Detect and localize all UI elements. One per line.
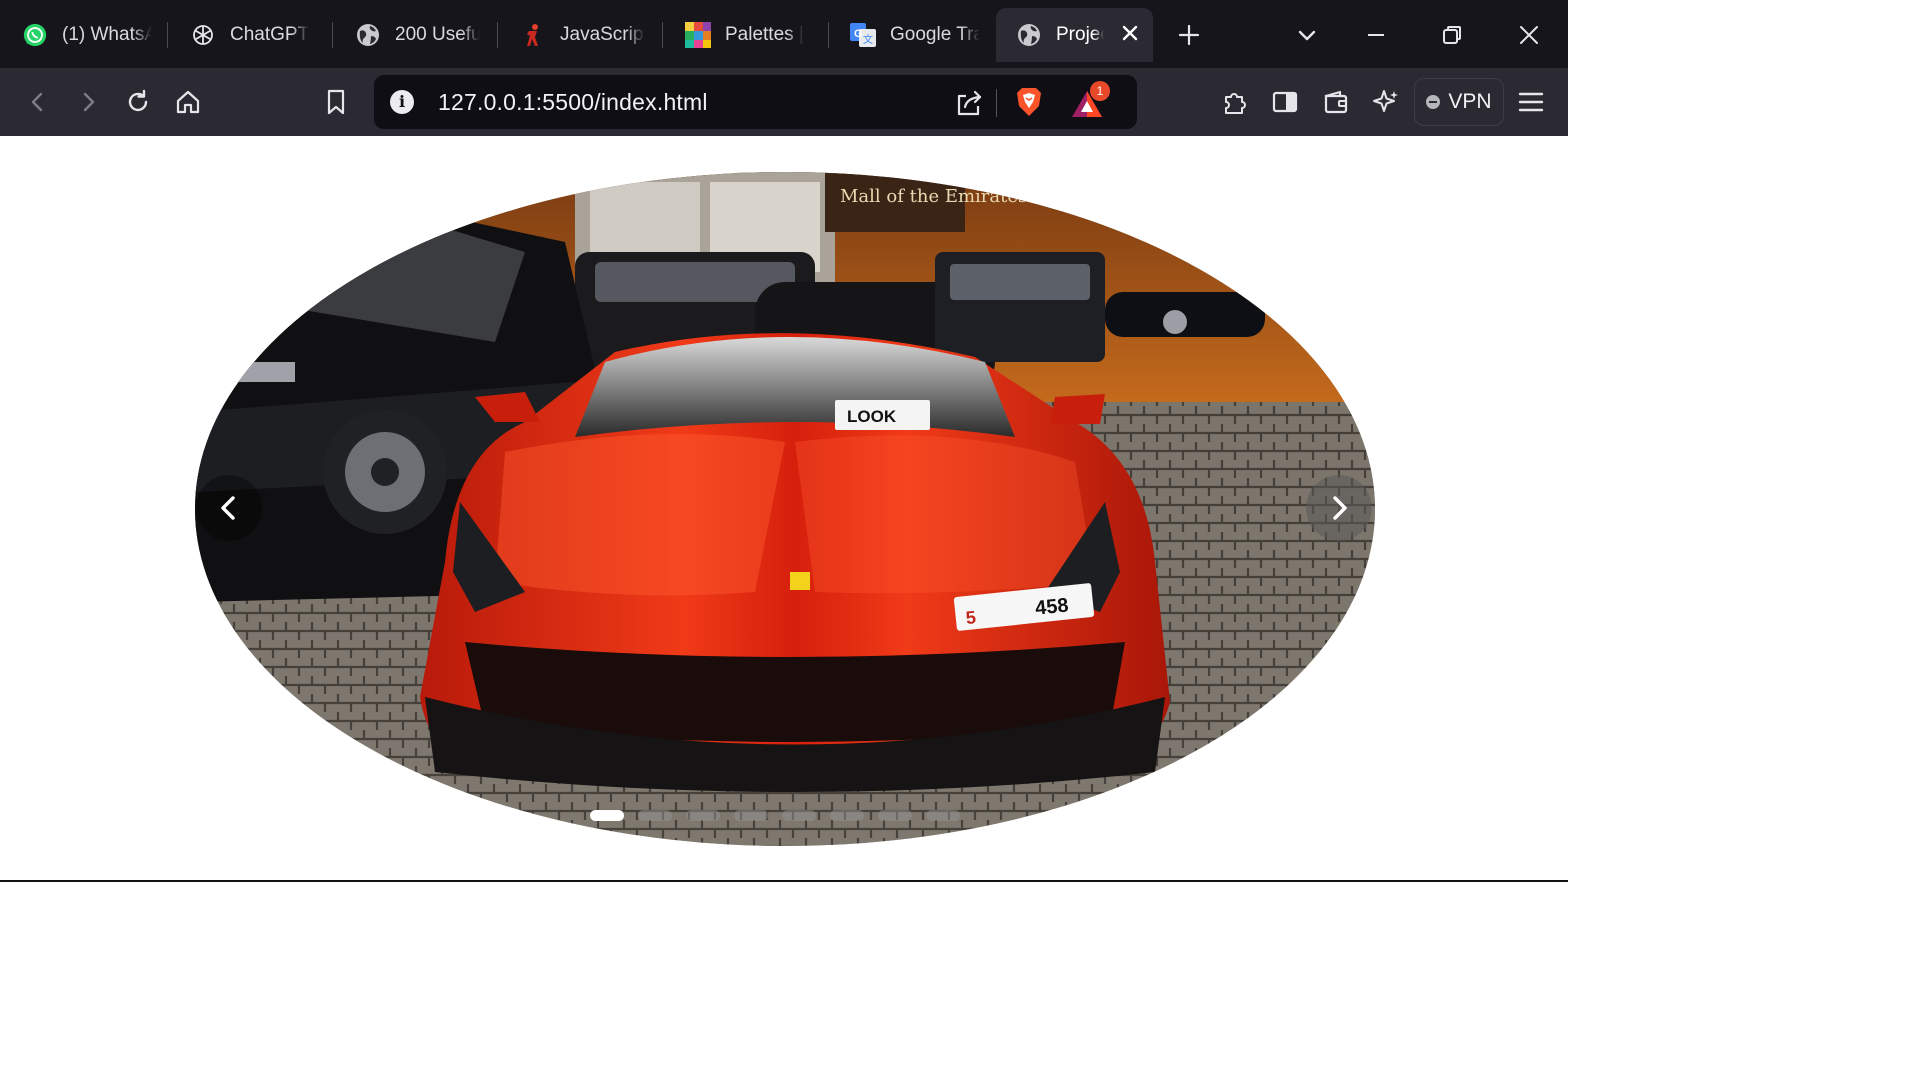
reload-icon bbox=[128, 89, 148, 112]
carousel-next-button[interactable] bbox=[1306, 475, 1372, 541]
vpn-button[interactable]: VPN bbox=[1414, 78, 1504, 126]
sparkle-icon bbox=[1373, 90, 1398, 112]
puzzle-icon bbox=[1225, 93, 1246, 114]
tab-separator bbox=[167, 22, 168, 48]
forward-button[interactable] bbox=[72, 86, 104, 118]
vpn-label: VPN bbox=[1448, 90, 1492, 113]
address-separator bbox=[996, 89, 997, 117]
carousel-dot[interactable] bbox=[830, 810, 864, 821]
plate-number: 458 bbox=[1034, 594, 1069, 619]
sidebar-icon bbox=[1272, 91, 1298, 113]
tab-separator bbox=[828, 22, 829, 48]
carousel-dot[interactable] bbox=[878, 810, 912, 821]
chevron-down-icon bbox=[1298, 30, 1316, 41]
close-window-button[interactable] bbox=[1514, 20, 1544, 50]
mall-sign-text: Mall of the Emirates bbox=[840, 186, 1027, 207]
carousel-dot[interactable] bbox=[686, 810, 720, 821]
chatgpt-icon bbox=[190, 22, 216, 48]
palette-grid-icon bbox=[685, 22, 711, 48]
tab-google-translate[interactable]: G文 Google Translate bbox=[850, 8, 980, 62]
tab-200-useful[interactable]: 200 Useful bbox=[355, 8, 480, 62]
tab-list-button[interactable] bbox=[1292, 20, 1322, 50]
svg-text:G: G bbox=[854, 28, 863, 40]
minimize-icon bbox=[1368, 34, 1384, 36]
page-content: Mall of the Emirates LOOK 5 458 bbox=[0, 136, 1568, 882]
extensions-button[interactable] bbox=[1218, 86, 1250, 118]
tab-separator bbox=[662, 22, 663, 48]
wallet-icon bbox=[1324, 90, 1348, 114]
globe-icon bbox=[1016, 22, 1042, 48]
restore-icon bbox=[1443, 26, 1461, 44]
chevron-left-icon bbox=[221, 496, 235, 520]
new-tab-button[interactable] bbox=[1174, 20, 1204, 50]
home-button[interactable] bbox=[172, 86, 204, 118]
tab-label: 200 Useful bbox=[395, 24, 480, 45]
tab-label: Project bbox=[1056, 24, 1104, 45]
carousel-dot[interactable] bbox=[734, 810, 768, 821]
tab-label: ChatGPT bbox=[230, 24, 310, 45]
forward-arrow-icon bbox=[83, 92, 95, 112]
bookmark-icon bbox=[327, 89, 345, 115]
close-icon bbox=[1520, 26, 1538, 44]
windshield-card-text: LOOK bbox=[847, 407, 897, 426]
carousel-dot[interactable] bbox=[638, 810, 672, 821]
sidebar-button[interactable] bbox=[1269, 86, 1301, 118]
close-tab-icon[interactable] bbox=[1121, 24, 1139, 46]
svg-text:文: 文 bbox=[863, 33, 873, 46]
reload-button[interactable] bbox=[122, 86, 154, 118]
javascript-figure-icon bbox=[520, 22, 546, 48]
rewards-badge: 1 bbox=[1090, 81, 1110, 101]
tab-palettes[interactable]: Palettes | bbox=[685, 8, 813, 62]
whatsapp-icon bbox=[22, 22, 48, 48]
google-translate-icon: G文 bbox=[850, 22, 876, 48]
carousel-dot[interactable] bbox=[782, 810, 816, 821]
tab-label: JavaScript bbox=[560, 24, 645, 45]
carousel-prev-button[interactable] bbox=[196, 475, 262, 541]
tab-label: Google Translate bbox=[890, 24, 980, 45]
tab-separator bbox=[332, 22, 333, 48]
plus-icon bbox=[1178, 24, 1200, 46]
share-icon[interactable] bbox=[954, 88, 984, 118]
back-arrow-icon bbox=[31, 92, 43, 112]
globe-icon bbox=[355, 22, 381, 48]
bookmark-button[interactable] bbox=[320, 86, 352, 118]
back-button[interactable] bbox=[22, 86, 54, 118]
image-carousel: Mall of the Emirates LOOK 5 458 bbox=[195, 172, 1375, 846]
leo-ai-button[interactable] bbox=[1370, 86, 1402, 118]
wallet-button[interactable] bbox=[1320, 86, 1352, 118]
vpn-status-icon bbox=[1426, 95, 1441, 109]
tab-label: Palettes | bbox=[725, 24, 804, 45]
hamburger-menu-icon bbox=[1518, 92, 1544, 112]
tab-strip: (1) WhatsApp ChatGPT 200 Useful JavaScri… bbox=[0, 0, 1568, 68]
tab-label: (1) WhatsApp bbox=[62, 24, 152, 45]
restore-button[interactable] bbox=[1437, 20, 1467, 50]
tab-whatsapp[interactable]: (1) WhatsApp bbox=[22, 8, 152, 62]
carousel-dot[interactable] bbox=[926, 810, 960, 821]
browser-toolbar: i 127.0.0.1:5500/index.html 1 VPN bbox=[0, 68, 1568, 136]
chevron-right-icon bbox=[1333, 496, 1347, 520]
plate-code: 5 bbox=[965, 607, 977, 628]
main-menu-button[interactable] bbox=[1515, 86, 1547, 118]
tab-chatgpt[interactable]: ChatGPT bbox=[190, 8, 320, 62]
url-text[interactable]: 127.0.0.1:5500/index.html bbox=[438, 89, 708, 116]
minimize-button[interactable] bbox=[1361, 20, 1391, 50]
site-info-icon[interactable]: i bbox=[390, 90, 414, 114]
tab-project-active[interactable]: Project bbox=[996, 8, 1153, 62]
brave-shields-icon[interactable] bbox=[1014, 86, 1044, 118]
carousel-dot[interactable] bbox=[590, 810, 624, 821]
carousel-slide-image: Mall of the Emirates LOOK 5 458 bbox=[195, 172, 1375, 846]
tab-javascript[interactable]: JavaScript bbox=[520, 8, 645, 62]
tab-separator bbox=[497, 22, 498, 48]
carousel-indicators bbox=[590, 810, 960, 822]
home-icon bbox=[176, 90, 200, 114]
address-bar[interactable]: i 127.0.0.1:5500/index.html 1 bbox=[374, 75, 1137, 129]
